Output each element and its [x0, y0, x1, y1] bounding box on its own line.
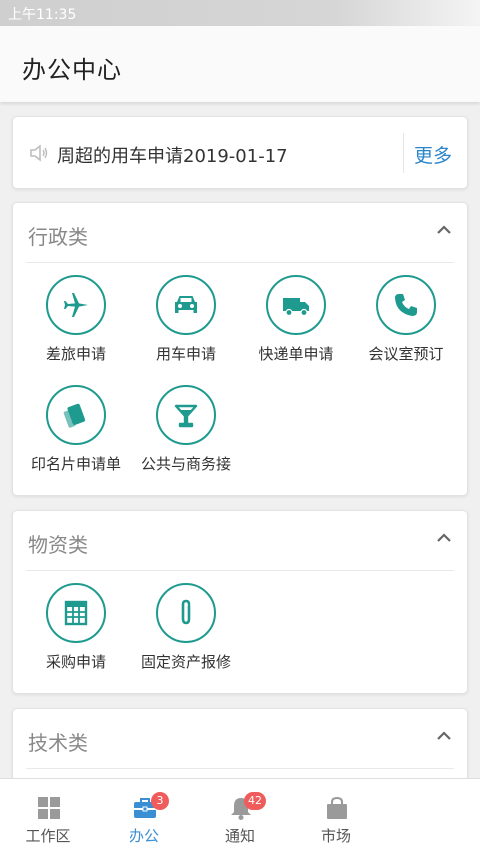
app-public-business-reception[interactable]: 公共与商务接 — [131, 385, 241, 485]
item-label: 采购申请 — [45, 653, 106, 671]
tab-workspace[interactable]: 工作区 — [0, 779, 96, 853]
item-label: 公共与商务接 — [140, 455, 231, 473]
airplane-icon — [46, 275, 106, 335]
page-title: 办公中心 — [22, 56, 122, 84]
app-travel-request[interactable]: 差旅申请 — [21, 275, 131, 375]
status-time: 上午11:35 — [8, 7, 77, 23]
main-content: 周超的用车申请2019-01-17 更多 行政类 差旅申请 用车申请 快递单申请… — [0, 102, 480, 778]
bottom-tab-bar: 工作区 3 办公 42 通知 市场 — [0, 778, 480, 853]
item-label: 固定资产报修 — [140, 653, 231, 671]
category-technical: 技术类 — [12, 708, 468, 778]
chevron-up-icon[interactable] — [435, 729, 453, 741]
status-bar: 上午11:35 — [0, 0, 480, 26]
app-express-request[interactable]: 快递单申请 — [241, 275, 351, 375]
app-meeting-room-booking[interactable]: 会议室预订 — [351, 275, 461, 375]
tab-label: 通知 — [224, 827, 255, 845]
category-administrative: 行政类 差旅申请 用车申请 快递单申请 会议室预订 印名片申请单 公共与商务接 — [12, 202, 468, 496]
cards-icon — [46, 385, 106, 445]
divider — [26, 570, 454, 571]
item-label: 快递单申请 — [258, 345, 334, 363]
app-header: 办公中心 — [0, 26, 480, 102]
app-car-request[interactable]: 用车申请 — [131, 275, 241, 375]
tab-market[interactable]: 市场 — [288, 779, 384, 853]
item-label: 差旅申请 — [45, 345, 106, 363]
more-link[interactable]: 更多 — [414, 141, 452, 168]
tab-badge: 42 — [244, 792, 266, 810]
tab-label: 工作区 — [25, 827, 71, 845]
tab-label: 市场 — [320, 827, 351, 845]
shopping-bag-icon — [327, 796, 347, 819]
item-label: 印名片申请单 — [30, 455, 121, 473]
category-materials: 物资类 采购申请 固定资产报修 — [12, 510, 468, 694]
speaker-icon — [30, 144, 48, 162]
category-title: 技术类 — [28, 731, 88, 755]
app-fixed-asset-repair[interactable]: 固定资产报修 — [131, 583, 241, 683]
app-business-card-request[interactable]: 印名片申请单 — [21, 385, 131, 485]
notice-divider — [403, 133, 404, 173]
phone-icon — [376, 275, 436, 335]
grid-icon — [38, 797, 60, 819]
notice-card[interactable]: 周超的用车申请2019-01-17 更多 — [12, 116, 468, 189]
divider — [26, 262, 454, 263]
tab-label: 办公 — [128, 827, 159, 845]
item-label: 会议室预订 — [368, 345, 444, 363]
tab-notifications[interactable]: 42 通知 — [192, 779, 288, 853]
category-title: 行政类 — [28, 225, 88, 249]
tab-office[interactable]: 3 办公 — [96, 779, 192, 853]
chevron-up-icon[interactable] — [435, 223, 453, 235]
cocktail-icon — [156, 385, 216, 445]
category-title: 物资类 — [28, 533, 88, 557]
chevron-up-icon[interactable] — [435, 531, 453, 543]
notice-text[interactable]: 周超的用车申请2019-01-17 — [57, 142, 288, 168]
spreadsheet-icon — [46, 583, 106, 643]
paperclip-icon — [156, 583, 216, 643]
tab-badge: 3 — [151, 792, 169, 810]
app-purchase-request[interactable]: 采购申请 — [21, 583, 131, 683]
divider — [26, 768, 454, 769]
truck-icon — [266, 275, 326, 335]
car-icon — [156, 275, 216, 335]
item-label: 用车申请 — [155, 345, 216, 363]
